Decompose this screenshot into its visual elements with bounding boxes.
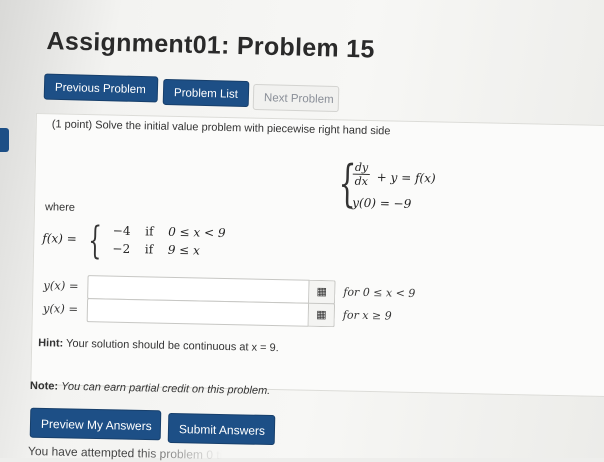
problem-list-button[interactable]: Problem List: [162, 78, 250, 108]
answer-row: y(x) = ▦ for 0 ≤ x < 9: [43, 274, 416, 305]
problem-panel: (1 point) Solve the initial value proble…: [30, 113, 604, 398]
next-problem-button[interactable]: Next Problem: [252, 83, 340, 113]
problem-statement: (1 point) Solve the initial value proble…: [51, 118, 391, 138]
preview-answers-button[interactable]: Preview My Answers: [29, 407, 162, 441]
answer-condition: for x ≥ 9: [342, 308, 392, 323]
answer-row: y(x) = ▦ for x ≥ 9: [43, 297, 392, 328]
note-label: Note:: [29, 380, 59, 393]
piecewise-function: f(x) = { −4 if 0 ≤ x < 9 −2 if 9 ≤ x: [42, 218, 243, 264]
derivative-fraction: dy dx: [352, 160, 371, 188]
attempts-status: You have attempted this problem 0 ti: [27, 444, 223, 462]
piecewise-case: −4 if 0 ≤ x < 9: [102, 223, 226, 240]
ode-system: { dy dx + y = f(x) y(0) = −9: [338, 154, 479, 218]
submit-answers-button[interactable]: Submit Answers: [167, 412, 276, 446]
hint-text: Hint: Your solution should be continuous…: [38, 337, 279, 354]
answer-label: y(x) =: [42, 301, 79, 316]
initial-condition: y(0) = −9: [352, 195, 412, 211]
ode-rhs: + y = f(x): [376, 170, 436, 186]
case-condition: 9 ≤ x: [167, 242, 201, 258]
hint-label: Hint:: [38, 337, 64, 350]
hint-body: Your solution should be continuous at x …: [65, 337, 279, 355]
answer-input-2[interactable]: [86, 298, 310, 327]
piecewise-case: −2 if 9 ≤ x: [102, 241, 201, 258]
where-label: where: [44, 201, 76, 214]
previous-problem-button[interactable]: Previous Problem: [43, 73, 159, 103]
answer-condition: for 0 ≤ x < 9: [343, 285, 416, 300]
case-condition: 0 ≤ x < 9: [168, 224, 226, 240]
case-if: if: [145, 224, 154, 239]
grid-icon[interactable]: ▦: [309, 279, 336, 305]
case-if: if: [144, 242, 154, 257]
case-value: −4: [112, 223, 131, 239]
answer-label: y(x) =: [43, 278, 79, 293]
sidebar-toggle-tab[interactable]: [0, 128, 9, 152]
case-value: −2: [112, 241, 131, 257]
piecewise-brace: {: [87, 218, 103, 263]
fraction-denominator: dx: [354, 174, 369, 188]
grid-icon[interactable]: ▦: [308, 302, 336, 328]
f-label: f(x) =: [42, 231, 77, 246]
fraction-numerator: dy: [352, 160, 371, 176]
